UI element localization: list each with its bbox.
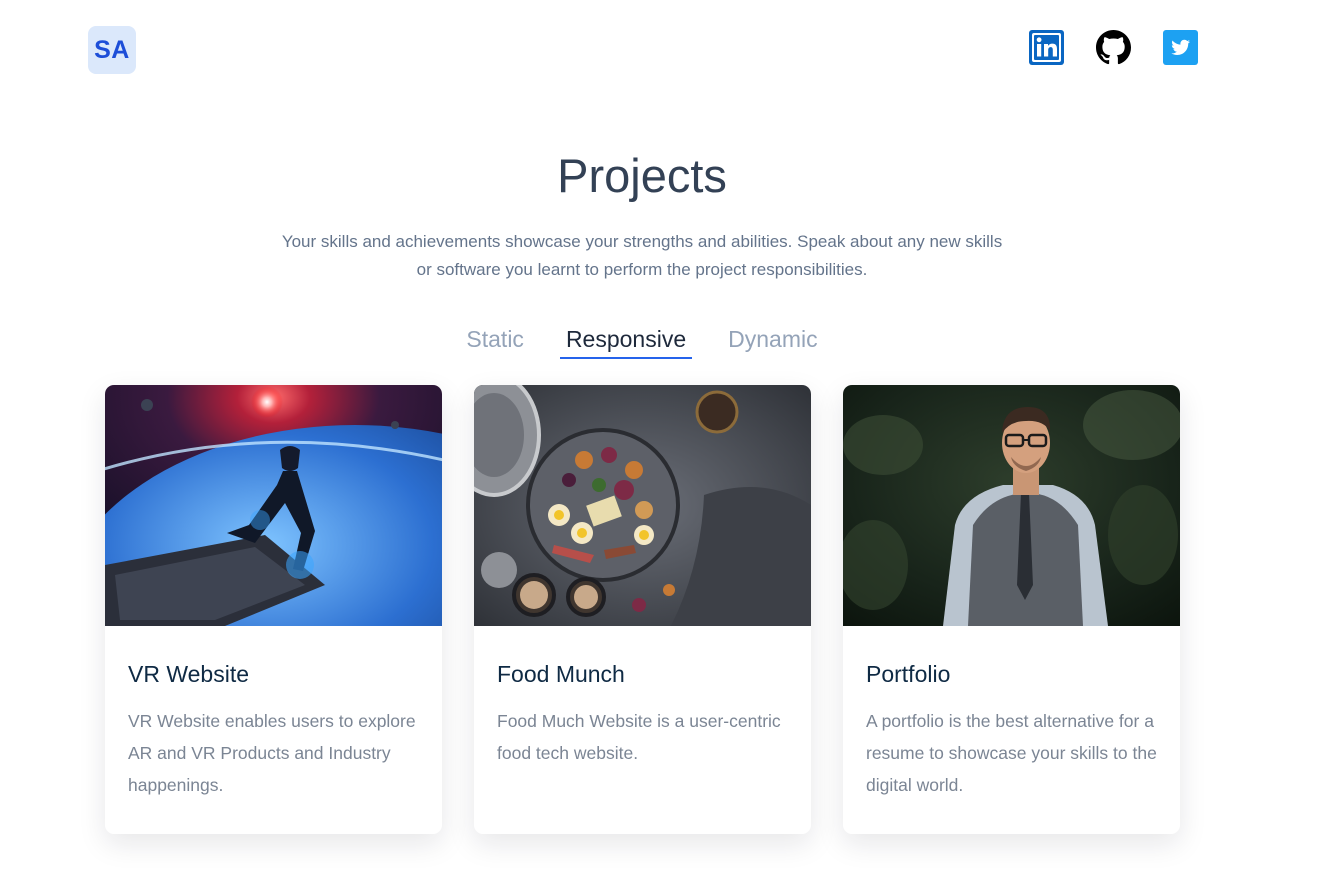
project-cards: VR Website VR Website enables users to e…	[105, 385, 1180, 834]
social-links	[1029, 30, 1198, 65]
tab-static[interactable]: Static	[460, 322, 530, 359]
food-platter-image	[474, 385, 811, 626]
tab-dynamic[interactable]: Dynamic	[722, 322, 823, 359]
twitter-link[interactable]	[1163, 30, 1198, 65]
project-card-food-munch[interactable]: Food Munch Food Much Website is a user-c…	[474, 385, 811, 834]
github-icon	[1096, 30, 1131, 65]
twitter-icon	[1163, 30, 1198, 65]
project-description: Food Much Website is a user-centric food…	[497, 711, 781, 763]
linkedin-link[interactable]	[1029, 30, 1064, 65]
vr-space-image	[105, 385, 442, 626]
project-title: Food Munch	[497, 661, 625, 687]
project-tabs: Static Responsive Dynamic	[0, 322, 1284, 359]
project-title: Portfolio	[866, 661, 951, 687]
section-title: Projects	[557, 149, 727, 202]
portrait-man-image	[843, 385, 1180, 626]
section-description: Your skills and achievements showcase yo…	[281, 232, 1003, 279]
project-description: VR Website enables users to explore AR a…	[128, 711, 416, 795]
project-card-vr-website[interactable]: VR Website VR Website enables users to e…	[105, 385, 442, 834]
site-logo[interactable]: SA	[88, 26, 136, 74]
page: SA Projects Your skills and achievements…	[0, 0, 1323, 887]
linkedin-icon	[1029, 30, 1064, 65]
project-title: VR Website	[128, 661, 250, 687]
tab-responsive[interactable]: Responsive	[559, 322, 693, 359]
project-description: A portfolio is the best alternative for …	[866, 711, 1157, 795]
github-link[interactable]	[1096, 30, 1131, 65]
project-card-portfolio[interactable]: Portfolio A portfolio is the best altern…	[843, 385, 1180, 834]
